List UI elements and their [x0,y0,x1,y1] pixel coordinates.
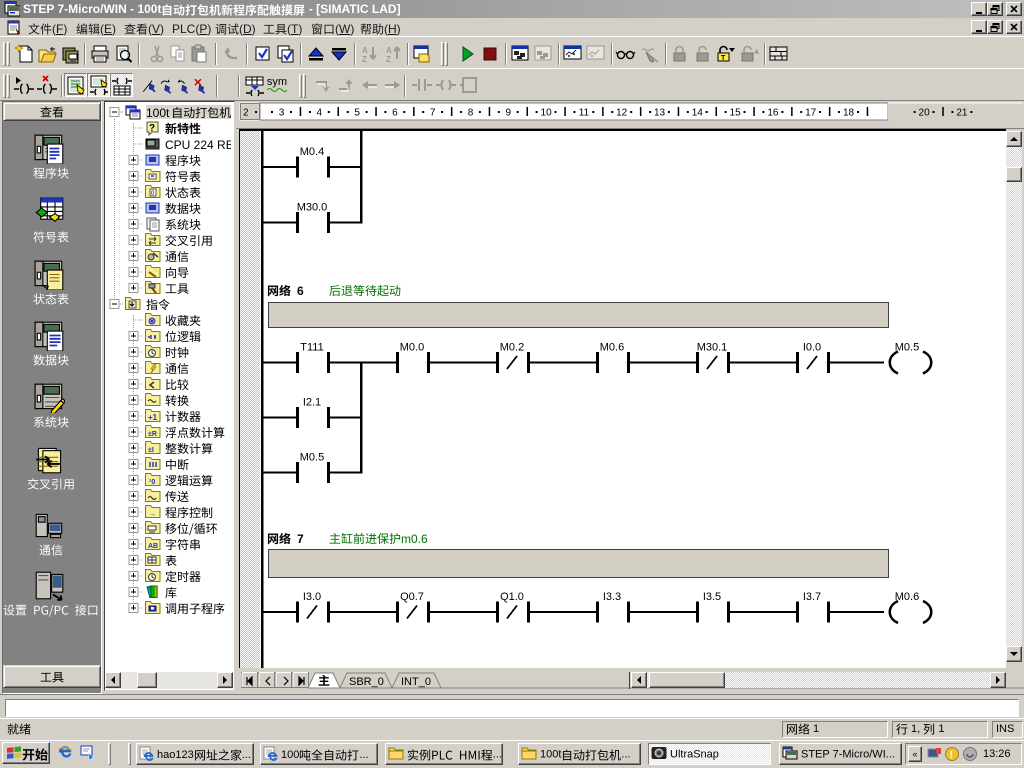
svg-text:12: 12 [616,108,628,119]
svg-text:M0.5: M0.5 [300,452,324,464]
svg-text:M0.0: M0.0 [400,342,424,354]
svg-text:I3.7: I3.7 [803,591,821,603]
svg-text:4: 4 [317,108,323,119]
svg-text:A: A [386,46,392,55]
svg-text:8: 8 [468,108,474,119]
svg-text:14: 14 [692,108,704,119]
svg-text:SBR_0: SBR_0 [349,676,384,688]
svg-text:I2.1: I2.1 [303,397,321,409]
svg-text:M0.5: M0.5 [895,342,919,354]
svg-text:M30.1: M30.1 [697,342,728,354]
svg-text:9: 9 [506,108,512,119]
svg-text:100t: 100t [146,106,170,120]
svg-text:¹0: ¹0 [149,479,155,486]
svg-text:±R: ±R [148,431,157,438]
svg-text:M0.4: M0.4 [300,146,324,158]
svg-text:Z: Z [386,55,391,64]
svg-text:Z: Z [362,55,367,64]
svg-text:m0.6: m0.6 [401,532,428,546]
svg-text:3: 3 [279,108,285,119]
svg-text:M30.0: M30.0 [297,202,328,214]
svg-text:M0.6: M0.6 [895,591,919,603]
svg-text:→: → [149,511,156,518]
svg-text:2: 2 [243,108,249,119]
svg-text:AB: AB [148,543,158,550]
svg-text:17: 17 [805,108,817,119]
svg-text:21: 21 [956,108,968,119]
svg-text:CPU 224 REL: CPU 224 REL [165,138,231,152]
svg-text:!: ! [950,750,953,761]
svg-text:T: T [721,55,726,62]
svg-text:5: 5 [354,108,360,119]
svg-text:20: 20 [919,108,931,119]
svg-text:6: 6 [297,284,304,298]
svg-text:15: 15 [730,108,742,119]
svg-text:±I: ±I [148,447,154,454]
svg-text:I0.0: I0.0 [803,342,821,354]
svg-text:Q0.7: Q0.7 [400,591,424,603]
svg-text:A: A [362,46,368,55]
svg-text:10: 10 [541,108,553,119]
svg-text:I3.0: I3.0 [303,591,321,603]
svg-text:18: 18 [843,108,855,119]
svg-text:Q1.0: Q1.0 [500,591,524,603]
svg-text:?: ? [149,123,155,134]
svg-text:T111: T111 [300,342,323,354]
svg-text:I3.5: I3.5 [703,591,721,603]
svg-text:I3.3: I3.3 [603,591,621,603]
svg-text:16: 16 [767,108,779,119]
svg-text:M0.6: M0.6 [600,342,624,354]
svg-text:INT_0: INT_0 [401,676,431,688]
svg-text:7: 7 [430,108,436,119]
svg-text:7: 7 [297,532,304,546]
svg-text:6: 6 [392,108,398,119]
svg-text:13: 13 [654,108,666,119]
svg-text:11: 11 [579,108,590,119]
svg-text:M0.2: M0.2 [500,342,524,354]
svg-text:+1: +1 [148,413,158,422]
